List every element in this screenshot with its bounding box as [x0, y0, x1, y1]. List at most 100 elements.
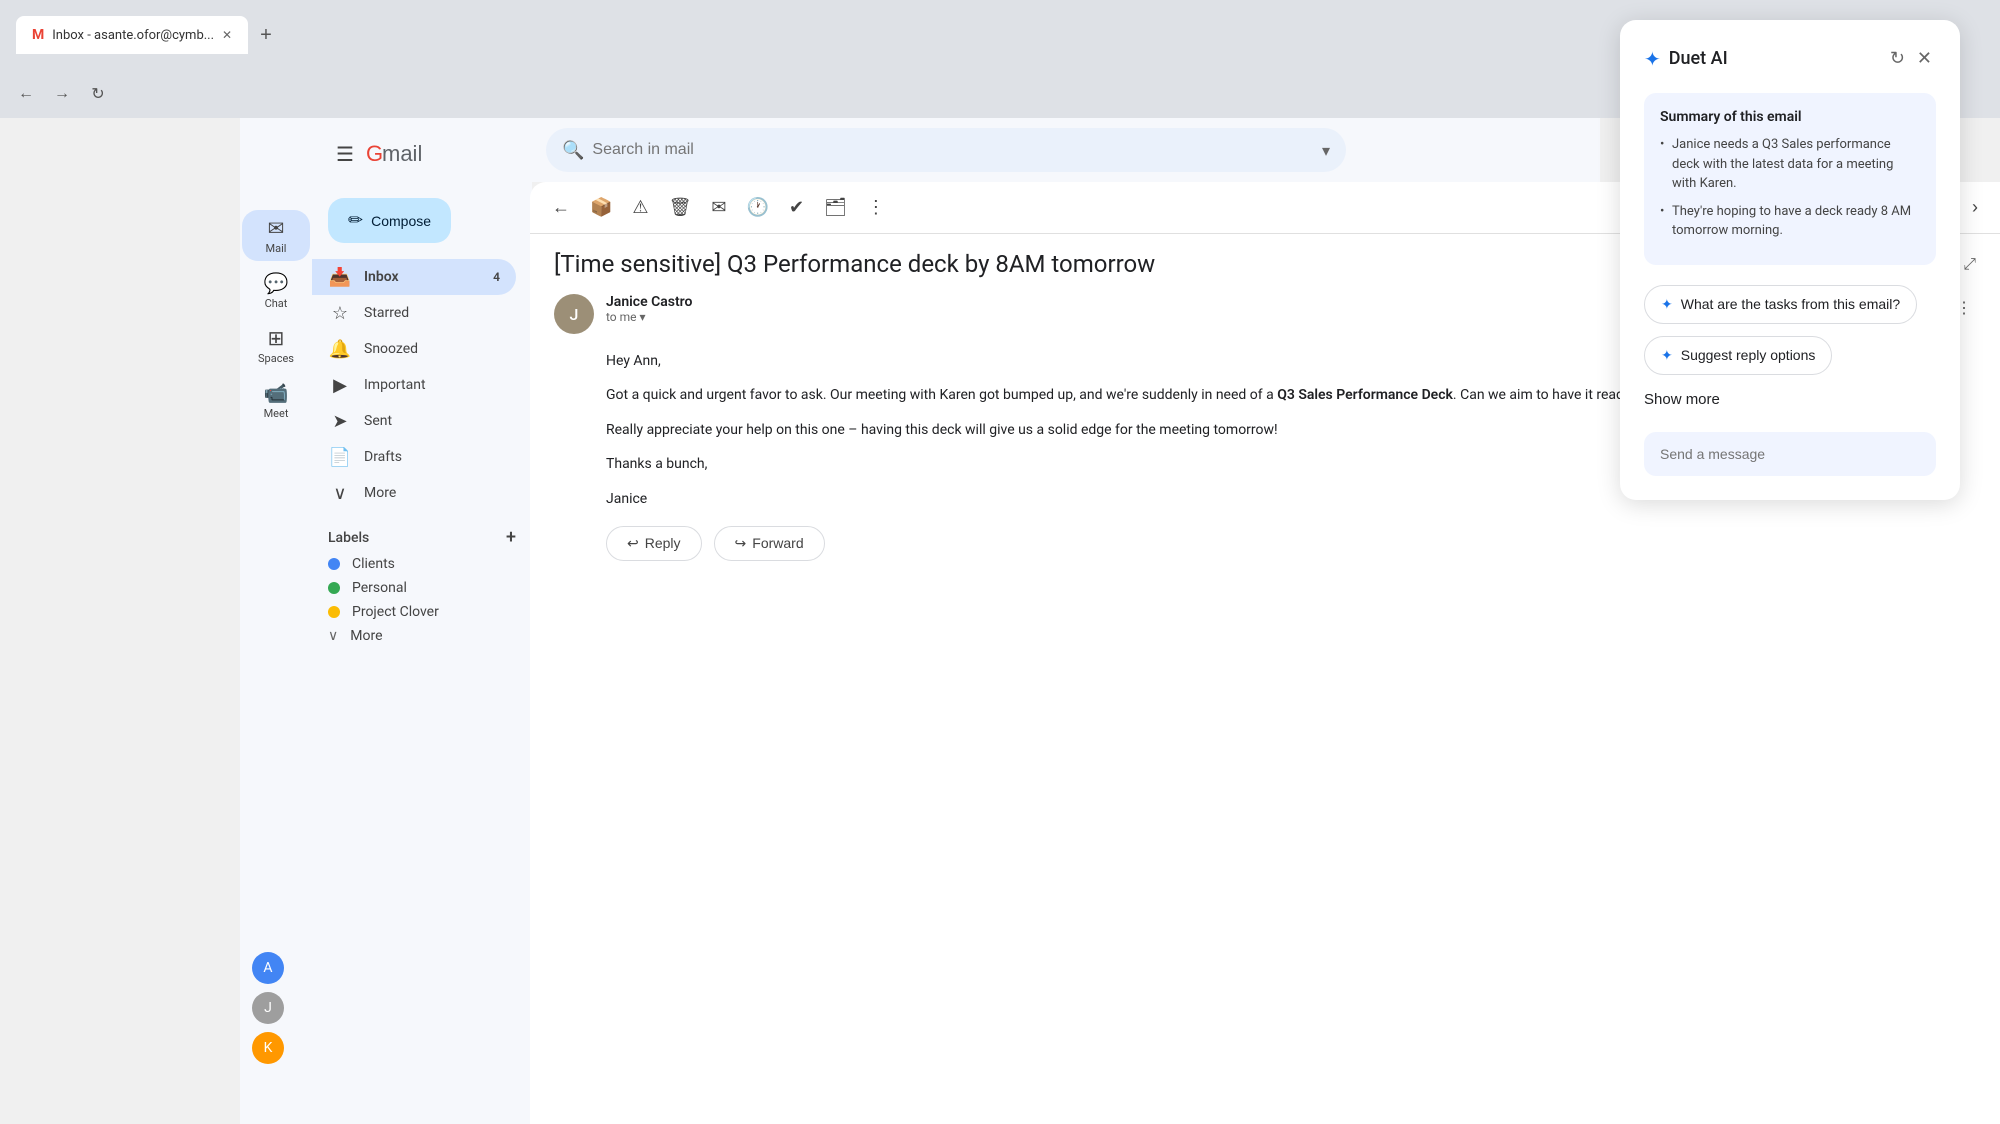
- nav-item-sent[interactable]: ➤ Sent: [312, 403, 516, 439]
- svg-text:mail: mail: [382, 141, 422, 166]
- snooze-icon: 🕐: [747, 197, 769, 218]
- gmail-logo: G mail: [366, 139, 458, 169]
- nav-item-starred[interactable]: ☆ Starred: [312, 295, 516, 331]
- forward-button[interactable]: →: [48, 80, 76, 108]
- snoozed-label: Snoozed: [364, 341, 418, 357]
- reply-button[interactable]: ↩ Reply: [606, 526, 702, 561]
- forward-icon: ↪: [735, 535, 747, 552]
- duet-panel: ✦ Duet AI ↻ ✕ Summary of this email Jani…: [1620, 20, 1960, 500]
- snoozed-icon: 🔔: [328, 339, 352, 360]
- starred-label: Starred: [364, 305, 409, 321]
- tab-close-button[interactable]: ✕: [222, 28, 232, 42]
- meet-icon: 📹: [264, 381, 289, 405]
- hamburger-icon[interactable]: ☰: [328, 134, 362, 174]
- sent-label: Sent: [364, 413, 392, 429]
- delete-button[interactable]: 🗑: [663, 191, 698, 224]
- new-window-icon[interactable]: ⤢: [1963, 254, 1976, 274]
- label-button[interactable]: 🗂: [818, 191, 853, 224]
- add-label-button[interactable]: +: [506, 527, 516, 548]
- new-tab-button[interactable]: +: [252, 20, 280, 51]
- refresh-button[interactable]: ↻: [84, 80, 112, 108]
- avatar-3[interactable]: K: [252, 1032, 284, 1064]
- back-to-inbox-button[interactable]: ←: [546, 191, 576, 224]
- duet-close-button[interactable]: ✕: [1913, 44, 1936, 73]
- move-button[interactable]: ✉: [705, 191, 732, 224]
- task-button[interactable]: ✔: [783, 191, 810, 224]
- search-dropdown-icon[interactable]: ▾: [1322, 141, 1330, 160]
- gmail-logo-area: ☰ G mail: [312, 126, 532, 190]
- suggest-reply-button[interactable]: ✦ Suggest reply options: [1644, 336, 1832, 375]
- label-clients-name: Clients: [352, 556, 395, 572]
- tab-title: Inbox - asante.ofor@cymb...: [52, 28, 214, 43]
- nav-item-inbox[interactable]: 📥 Inbox 4: [312, 259, 516, 295]
- summary-point-1: Janice needs a Q3 Sales performance deck…: [1660, 135, 1920, 194]
- back-button[interactable]: ←: [12, 80, 40, 108]
- label-clients[interactable]: Clients: [328, 552, 516, 576]
- compose-icon: ✏: [348, 210, 363, 231]
- label-project-clover-name: Project Clover: [352, 604, 439, 620]
- delete-icon: 🗑: [669, 197, 692, 218]
- inbox-badge: 4: [493, 270, 500, 284]
- archive-icon: 📦: [590, 197, 612, 218]
- duet-title: Duet AI: [1669, 48, 1728, 69]
- avatar-1[interactable]: A: [252, 952, 284, 984]
- nav-item-snoozed[interactable]: 🔔 Snoozed: [312, 331, 516, 367]
- sidebar-item-mail[interactable]: ✉ Mail: [242, 210, 310, 261]
- snooze-button[interactable]: 🕐: [741, 191, 775, 224]
- suggest-tasks-button[interactable]: ✦ What are the tasks from this email?: [1644, 285, 1917, 324]
- suggest-reply-label: Suggest reply options: [1681, 347, 1816, 363]
- to-dropdown-icon[interactable]: ▾: [640, 310, 646, 324]
- more-actions-button[interactable]: ⋮: [861, 191, 891, 224]
- nav-item-important[interactable]: ▶ Important: [312, 367, 516, 403]
- message-input[interactable]: [1644, 432, 1936, 476]
- back-arrow-icon: ←: [552, 197, 570, 218]
- duet-refresh-button[interactable]: ↻: [1886, 44, 1909, 73]
- task-icon: ✔: [789, 197, 804, 218]
- sidebar-item-chat[interactable]: 💬 Chat: [242, 265, 310, 316]
- label-icon: 🗂: [824, 197, 847, 218]
- mail-icon: ✉: [268, 216, 285, 240]
- archive-button[interactable]: 📦: [584, 191, 618, 224]
- more-labels-chevron: ∨: [328, 628, 338, 644]
- inbox-label: Inbox: [364, 269, 399, 285]
- spaces-icon: ⊞: [268, 326, 285, 350]
- drafts-label: Drafts: [364, 449, 402, 465]
- active-tab[interactable]: M Inbox - asante.ofor@cymb... ✕: [16, 16, 248, 54]
- next-email-button[interactable]: ›: [1966, 191, 1984, 224]
- sent-icon: ➤: [328, 411, 352, 432]
- reply-buttons: ↩ Reply ↪ Forward: [554, 526, 1976, 561]
- important-label: Important: [364, 377, 426, 393]
- suggest-tasks-star-icon: ✦: [1661, 296, 1673, 313]
- avatar-2[interactable]: J: [252, 992, 284, 1024]
- search-input[interactable]: [592, 141, 1314, 159]
- nav-item-more[interactable]: ∨ More: [312, 475, 516, 511]
- summary-list: Janice needs a Q3 Sales performance deck…: [1660, 135, 1920, 241]
- summary-card: Summary of this email Janice needs a Q3 …: [1644, 93, 1936, 265]
- label-project-clover[interactable]: Project Clover: [328, 600, 516, 624]
- subject-text: [Time sensitive] Q3 Performance deck by …: [554, 250, 1155, 278]
- compose-button[interactable]: ✏ Compose: [328, 198, 451, 243]
- labels-section: Labels + Clients Personal Project Clover…: [312, 519, 532, 656]
- search-icon: 🔍: [562, 140, 584, 161]
- inbox-icon: 📥: [328, 267, 352, 288]
- svg-text:G: G: [366, 141, 383, 166]
- label-personal[interactable]: Personal: [328, 576, 516, 600]
- label-dot-project-clover: [328, 606, 340, 618]
- duet-close-icon: ✕: [1917, 48, 1932, 68]
- forward-label: Forward: [752, 535, 803, 551]
- sidebar-item-meet[interactable]: 📹 Meet: [242, 375, 310, 426]
- show-more-button[interactable]: Show more: [1644, 387, 1720, 412]
- chat-icon: 💬: [264, 271, 289, 295]
- label-dot-clients: [328, 558, 340, 570]
- duet-header: ✦ Duet AI ↻ ✕: [1644, 44, 1936, 73]
- label-more[interactable]: ∨ More: [328, 624, 516, 648]
- search-input-wrap[interactable]: 🔍 ▾: [546, 128, 1346, 172]
- nav-item-drafts[interactable]: 📄 Drafts: [312, 439, 516, 475]
- spam-button[interactable]: ⚠: [626, 191, 654, 224]
- gmail-favicon: M: [32, 27, 44, 43]
- forward-icon: →: [54, 85, 70, 103]
- forward-button[interactable]: ↪ Forward: [714, 526, 825, 561]
- label-dot-personal: [328, 582, 340, 594]
- sidebar-item-spaces[interactable]: ⊞ Spaces: [242, 320, 310, 371]
- duet-refresh-icon: ↻: [1890, 48, 1905, 68]
